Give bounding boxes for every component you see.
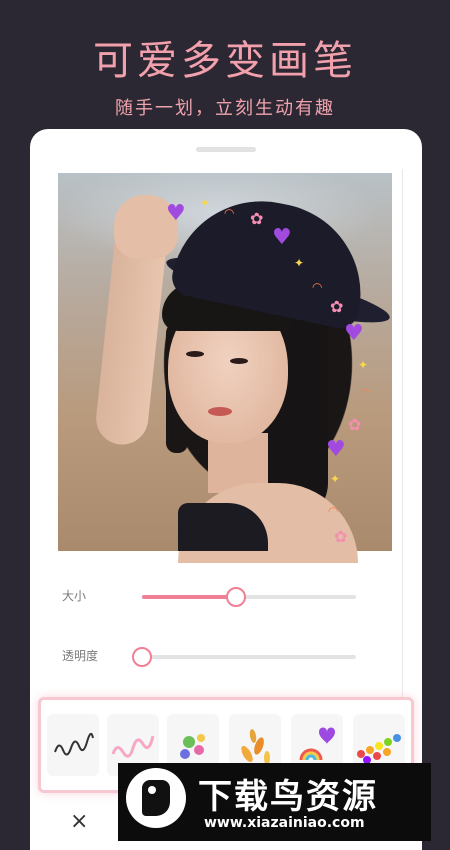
flower-sticker-icon: ✿	[348, 415, 362, 434]
sparkle-sticker-icon: ✦	[358, 358, 369, 372]
opacity-slider-row: 透明度	[30, 641, 422, 671]
size-slider-fill	[142, 595, 237, 599]
size-slider-row: 大小	[30, 581, 422, 611]
brush-squiggle-dark[interactable]	[47, 714, 99, 776]
size-label: 大小	[62, 589, 87, 603]
promo-title: 可爱多变画笔	[93, 38, 357, 84]
photo-lips	[208, 407, 232, 416]
promo-subtitle: 随手一划，立刻生动有趣	[115, 98, 335, 119]
photo-canvas[interactable]: ♥ ✦ ◠ ✿ ♥ ✦ ◠ ✿ ♥ ✦ ◠ ✿ ♥ ✦ ◠ ✿	[58, 173, 394, 563]
rainbow-sticker-icon: ◠	[328, 504, 339, 518]
close-icon[interactable]: ×	[70, 809, 88, 834]
size-slider-thumb[interactable]	[226, 587, 247, 607]
squiggle-dark-icon	[54, 732, 94, 756]
watermark-title: 下载鸟资源	[198, 777, 378, 817]
photo-eye-left	[186, 351, 204, 357]
opacity-slider[interactable]	[132, 647, 356, 667]
flower-sticker-icon: ✿	[250, 209, 264, 228]
watermark-url: www.xiazainiao.com	[204, 815, 365, 831]
rainbow-sticker-icon: ◠	[360, 386, 371, 400]
rainbow-sticker-icon: ◠	[312, 280, 323, 294]
flower-sticker-icon: ✿	[334, 527, 348, 546]
heart-sticker-icon: ♥	[166, 201, 186, 226]
opacity-label: 透明度	[62, 649, 99, 663]
phone-screen: ♥ ✦ ◠ ✿ ♥ ✦ ◠ ✿ ♥ ✦ ◠ ✿ ♥ ✦ ◠ ✿ 大小 透明度 ×	[30, 129, 422, 850]
watermark-banner: 下载鸟资源 www.xiazainiao.com	[118, 763, 431, 841]
sparkle-sticker-icon: ✦	[200, 196, 211, 210]
rainbow-sticker-icon: ◠	[224, 206, 235, 220]
size-slider[interactable]	[142, 587, 356, 607]
heart-sticker-icon: ♥	[272, 225, 292, 250]
bird-logo-icon	[126, 768, 186, 828]
flower-sticker-icon: ✿	[330, 297, 344, 316]
heart-sticker-icon: ♥	[344, 321, 364, 346]
sparkle-sticker-icon: ✦	[294, 256, 305, 270]
photo-eye-right	[230, 358, 248, 364]
sparkle-sticker-icon: ✦	[330, 472, 341, 486]
heart-sticker-icon: ♥	[326, 437, 346, 462]
drag-handle[interactable]	[196, 147, 256, 152]
opacity-slider-thumb[interactable]	[132, 647, 152, 667]
